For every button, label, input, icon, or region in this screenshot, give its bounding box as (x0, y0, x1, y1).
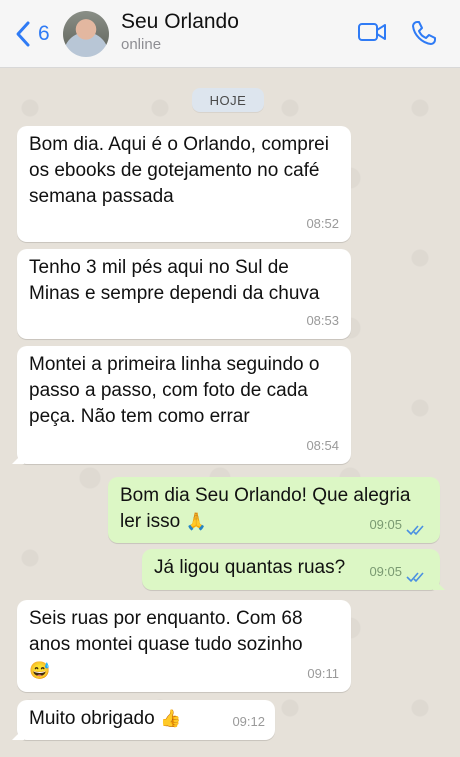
thumbs-up-emoji: 👍 (159, 709, 182, 728)
incoming-message[interactable]: Montei a primeira linha seguindo o passo… (12, 346, 351, 464)
back-chevron-icon (16, 21, 30, 47)
contact-status: online (121, 36, 162, 53)
chat-header: 6 Seu Orlando online (0, 0, 460, 68)
back-button[interactable]: 6 (14, 18, 50, 50)
incoming-message[interactable]: Seis ruas por enquanto. Com 68 anos mont… (17, 600, 351, 692)
message-text: Bom dia. Aqui é o Orlando, comprei os eb… (29, 134, 329, 207)
sweat-smile-emoji: 😅 (29, 661, 51, 680)
bubble-tail (12, 452, 24, 464)
message-time: 08:54 (306, 438, 339, 453)
avatar[interactable] (63, 11, 109, 57)
incoming-message[interactable]: Bom dia. Aqui é o Orlando, comprei os eb… (17, 126, 351, 242)
message-text-content: Muito obrigado (29, 708, 155, 729)
outgoing-message[interactable]: Já ligou quantas ruas? 09:05 (142, 549, 445, 590)
message-time: 09:05 (369, 517, 402, 532)
incoming-message[interactable]: Tenho 3 mil pés aqui no Sul de Minas e s… (17, 249, 351, 339)
incoming-message[interactable]: Muito obrigado 👍 09:12 (12, 700, 275, 740)
video-call-icon (358, 23, 386, 41)
phone-call-button[interactable] (411, 20, 437, 51)
message-time: 09:12 (232, 714, 265, 729)
chat-area[interactable]: HOJE Bom dia. Aqui é o Orlando, comprei … (0, 68, 460, 757)
double-check-icon (406, 525, 424, 536)
double-check-icon (406, 572, 424, 583)
date-divider-label: HOJE (209, 92, 247, 108)
message-time: 08:53 (306, 313, 339, 328)
message-text-content: Bom dia Seu Orlando! Que alegria ler iss… (120, 485, 411, 532)
message-text: Tenho 3 mil pés aqui no Sul de Minas e s… (29, 257, 320, 304)
pray-emoji: 🙏 (185, 512, 207, 531)
message-text: Muito obrigado 👍 (29, 706, 263, 732)
date-divider: HOJE (192, 88, 264, 112)
message-text: Montei a primeira linha seguindo o passo… (29, 354, 320, 427)
message-time: 08:52 (306, 216, 339, 231)
bubble-tail (12, 728, 24, 740)
message-text: Seis ruas por enquanto. Com 68 anos mont… (29, 608, 303, 655)
video-call-button[interactable] (357, 20, 387, 49)
bubble-tail (433, 578, 445, 590)
message-time: 09:11 (307, 666, 339, 681)
contact-name[interactable]: Seu Orlando (121, 10, 239, 34)
phone-call-icon (412, 21, 436, 45)
message-time: 09:05 (369, 564, 402, 579)
unread-count: 6 (38, 22, 50, 45)
outgoing-message[interactable]: Bom dia Seu Orlando! Que alegria ler iss… (108, 477, 440, 543)
